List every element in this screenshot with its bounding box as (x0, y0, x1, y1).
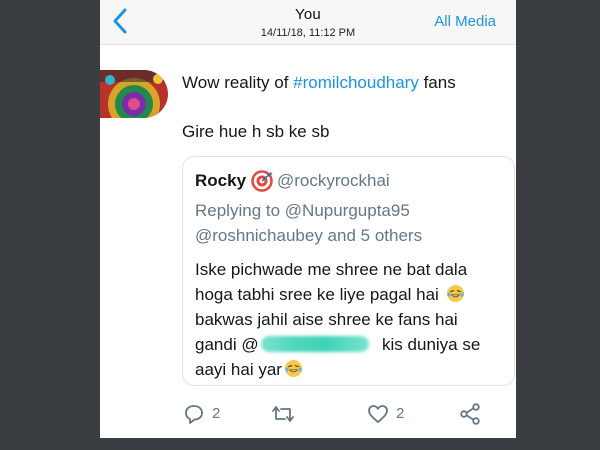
navigation-bar: You 14/11/18, 11:12 PM All Media (100, 0, 516, 45)
target-emoji-icon (251, 170, 273, 192)
like-count: 2 (396, 405, 405, 422)
retweet-icon (272, 406, 294, 422)
laughing-tears-emoji-icon (284, 359, 302, 378)
tweet-text-start: Wow reality of (182, 73, 294, 92)
quoted-author-handle[interactable]: @rockyrockhai (277, 171, 390, 191)
reply-icon (185, 405, 203, 424)
share-icon (460, 403, 480, 425)
heart-icon (368, 405, 388, 423)
share-button[interactable] (458, 402, 482, 426)
tweet-actions-bar: 2 2 (182, 402, 502, 426)
replying-to-line: Replying to @Nupurgupta95 (195, 201, 410, 221)
quoted-author-name: Rocky (195, 171, 247, 190)
reply-count: 2 (212, 405, 221, 422)
quoted-body-text: gandi @ (195, 335, 259, 354)
quoted-body-line: hoga tabhi sree ke liye pagal hai (195, 282, 510, 307)
reply-button[interactable]: 2 (182, 402, 242, 426)
replying-to-label: Replying to (195, 201, 285, 220)
quoted-tweet-body: Iske pichwade me shree ne bat dala hoga … (195, 257, 510, 382)
quoted-body-line: gandi @ kis duniya se (195, 332, 510, 357)
quoted-body-text: aayi hai yar (195, 360, 282, 379)
tweet-text-second-line: Gire hue h sb ke sb (182, 122, 330, 141)
quoted-body-line: bakwas jahil aise shree ke fans hai (195, 310, 458, 329)
redacted-mention (260, 336, 369, 352)
quoted-body-text: kis duniya se (382, 335, 481, 354)
quoted-body-line: aayi hai yar (195, 357, 510, 382)
quoted-body-line: Iske pichwade me shree ne bat dala (195, 260, 468, 279)
laughing-tears-emoji-icon (446, 284, 464, 303)
quoted-body-text: hoga tabhi sree ke liye pagal hai (195, 285, 439, 304)
quoted-tweet-card[interactable]: Rocky @rockyrockhai Replying to @Nupurgu… (182, 156, 515, 386)
avatar-image-icon (100, 70, 168, 118)
avatar[interactable] (100, 70, 168, 118)
replying-to-user-link[interactable]: @Nupurgupta95 (285, 201, 410, 220)
hashtag-link[interactable]: #romilchoudhary (293, 73, 419, 92)
tweet-text: Wow reality of #romilchoudhary fans (182, 73, 456, 93)
all-media-link[interactable]: All Media (434, 13, 496, 30)
replying-to-others[interactable]: @roshnichaubey and 5 others (195, 226, 422, 246)
retweet-button[interactable] (270, 402, 310, 426)
screenshot-frame: You 14/11/18, 11:12 PM All Media Wow rea… (100, 0, 516, 438)
tweet-text-end: fans (418, 73, 456, 92)
like-button[interactable]: 2 (366, 402, 426, 426)
